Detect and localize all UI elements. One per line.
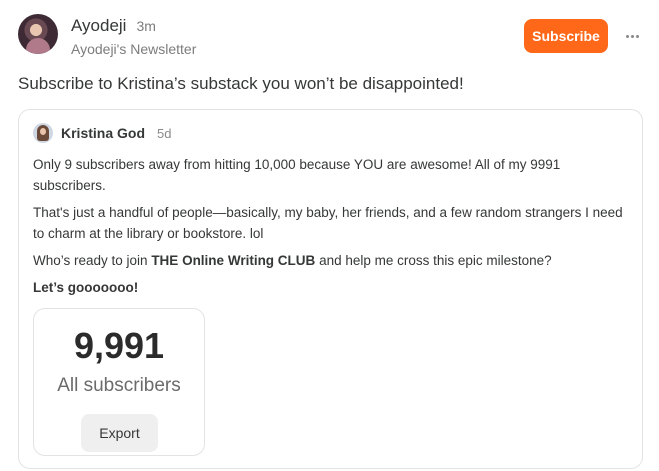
embed-author-avatar[interactable]: [33, 123, 53, 143]
subscriber-label: All subscribers: [57, 375, 181, 396]
embedded-post[interactable]: Kristina God 5d Only 9 subscribers away …: [18, 109, 643, 469]
more-options-icon[interactable]: [620, 24, 644, 48]
embed-closing: Let’s gooooooo!: [33, 280, 139, 295]
embed-text: Only 9 subscribers away from hitting 10,…: [33, 154, 633, 304]
author-avatar[interactable]: [18, 14, 58, 54]
embed-post-time: 5d: [157, 125, 172, 141]
embed-paragraph: Only 9 subscribers away from hitting 10,…: [33, 157, 561, 193]
embed-text-segment: Who’s ready to join: [33, 253, 152, 268]
embed-paragraph: That's just a handful of people—basicall…: [33, 205, 623, 241]
club-name: THE Online Writing CLUB: [151, 253, 316, 268]
subscribe-button[interactable]: Subscribe: [524, 19, 608, 53]
export-button[interactable]: Export: [81, 414, 158, 452]
author-name[interactable]: Ayodeji: [71, 16, 126, 36]
author-line: Ayodeji 3m: [71, 16, 156, 36]
subscriber-stat-card: 9,991 All subscribers Export: [33, 308, 205, 456]
post-header: Ayodeji 3m Ayodeji's Newsletter Subscrib…: [18, 14, 648, 58]
post-time[interactable]: 3m: [136, 18, 155, 34]
embed-paragraph: Who’s ready to join THE Online Writing C…: [33, 250, 633, 271]
subscriber-count: 9,991: [73, 325, 165, 366]
embed-author-name[interactable]: Kristina God: [61, 125, 145, 141]
embed-author-line: Kristina God 5d: [33, 123, 171, 143]
post-body: Subscribe to Kristina’s substack you won…: [18, 74, 464, 93]
embed-paragraph: Let’s gooooooo!: [33, 277, 633, 298]
newsletter-name[interactable]: Ayodeji's Newsletter: [71, 41, 196, 57]
embed-text-segment: and help me cross this epic milestone?: [315, 253, 552, 268]
